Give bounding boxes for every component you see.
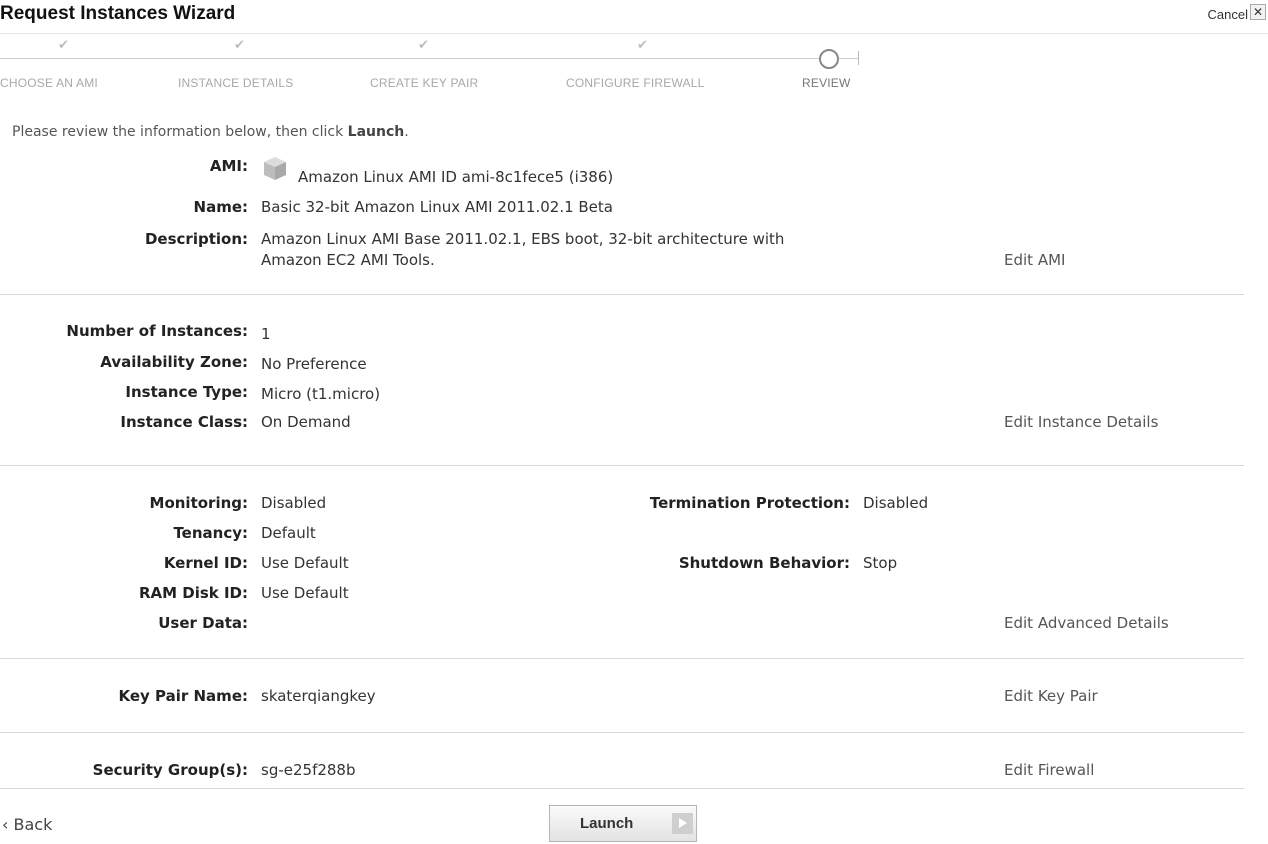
launch-button-label: Launch — [580, 815, 634, 832]
kernel-id-label: Kernel ID: — [163, 554, 248, 572]
shutdown-behavior-value: Stop — [863, 554, 898, 572]
step-completed-check-icon: ✔ — [58, 38, 69, 53]
intro-launch-emphasis: Launch — [347, 124, 405, 140]
back-link[interactable]: ‹ Back — [2, 815, 52, 834]
instance-type-label: Instance Type: — [125, 383, 248, 401]
ram-disk-id-value: Use Default — [261, 584, 349, 602]
shutdown-behavior-label: Shutdown Behavior: — [678, 554, 850, 572]
step-completed-check-icon: ✔ — [234, 38, 245, 53]
step-choose-ami: CHOOSE AN AMI — [0, 76, 98, 90]
availability-zone-value: No Preference — [261, 355, 367, 373]
description-value-line2: Amazon EC2 AMI Tools. — [261, 251, 435, 269]
monitoring-value: Disabled — [261, 494, 327, 512]
section-divider — [0, 732, 1244, 733]
termination-protection-value: Disabled — [863, 494, 929, 512]
security-groups-label: Security Group(s): — [92, 761, 248, 779]
instance-class-value: On Demand — [261, 413, 351, 431]
close-icon[interactable]: ✕ — [1250, 4, 1266, 20]
tenancy-label: Tenancy: — [173, 524, 248, 542]
section-divider — [0, 658, 1244, 659]
edit-firewall-link[interactable]: Edit Firewall — [1004, 761, 1094, 779]
cube-icon — [264, 157, 286, 180]
cancel-link[interactable]: Cancel — [1208, 7, 1248, 22]
review-instructions: Please review the information below, the… — [12, 124, 409, 140]
name-value: Basic 32-bit Amazon Linux AMI 2011.02.1 … — [261, 198, 613, 216]
user-data-label: User Data: — [158, 614, 248, 632]
key-pair-name-value: skaterqiangkey — [261, 687, 376, 705]
step-create-key-pair: CREATE KEY PAIR — [370, 76, 479, 90]
step-configure-firewall: CONFIGURE FIREWALL — [566, 76, 705, 90]
launch-button[interactable]: Launch — [549, 805, 697, 842]
ami-value: Amazon Linux AMI ID ami-8c1fece5 (i386) — [298, 168, 614, 186]
edit-instance-details-link[interactable]: Edit Instance Details — [1004, 413, 1158, 431]
edit-key-pair-link[interactable]: Edit Key Pair — [1004, 687, 1098, 705]
step-instance-details: INSTANCE DETAILS — [178, 76, 294, 90]
name-label: Name: — [193, 198, 248, 216]
instance-type-value: Micro (t1.micro) — [261, 385, 381, 403]
ami-label: AMI: — [209, 157, 248, 175]
wizard-progress-line-end — [858, 51, 859, 65]
wizard-progress-line — [0, 58, 858, 59]
number-of-instances-value: 1 — [261, 325, 271, 343]
ram-disk-id-label: RAM Disk ID: — [138, 584, 248, 602]
edit-advanced-details-link[interactable]: Edit Advanced Details — [1004, 614, 1169, 632]
section-divider — [0, 465, 1244, 466]
step-completed-check-icon: ✔ — [637, 38, 648, 53]
step-completed-check-icon: ✔ — [418, 38, 429, 53]
instance-class-label: Instance Class: — [120, 413, 248, 431]
step-current-indicator — [819, 49, 839, 69]
intro-text: Please review the information below, the… — [12, 124, 348, 140]
security-groups-value: sg-e25f288b — [261, 761, 356, 779]
key-pair-name-label: Key Pair Name: — [118, 687, 249, 705]
wizard-title: Request Instances Wizard — [0, 3, 236, 24]
intro-period: . — [404, 124, 409, 140]
termination-protection-label: Termination Protection: — [649, 494, 850, 512]
section-divider — [0, 788, 1244, 789]
edit-ami-link[interactable]: Edit AMI — [1004, 251, 1065, 269]
step-review: REVIEW — [802, 76, 851, 90]
play-arrow-icon — [672, 813, 693, 834]
number-of-instances-label: Number of Instances: — [66, 322, 248, 340]
monitoring-label: Monitoring: — [149, 494, 248, 512]
tenancy-value: Default — [261, 524, 316, 542]
section-divider — [0, 294, 1244, 295]
description-label: Description: — [144, 230, 248, 248]
description-value-line1: Amazon Linux AMI Base 2011.02.1, EBS boo… — [261, 230, 785, 248]
availability-zone-label: Availability Zone: — [100, 353, 248, 371]
wizard-title-bar: Request Instances Wizard Cancel ✕ — [0, 0, 1268, 34]
kernel-id-value: Use Default — [261, 554, 349, 572]
